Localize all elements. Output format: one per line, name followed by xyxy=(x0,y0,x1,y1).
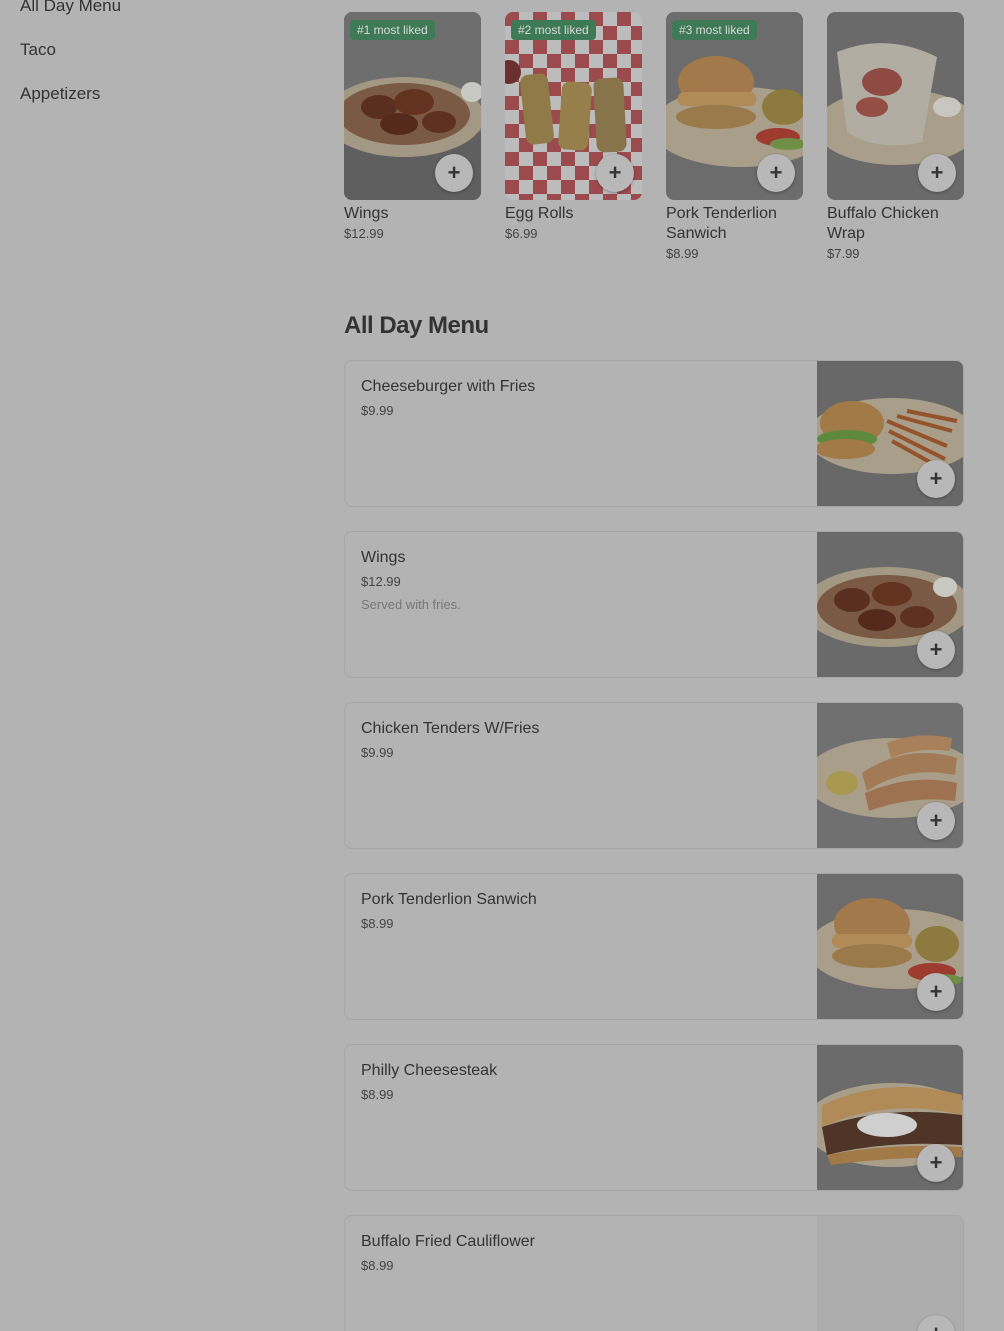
item-details: Cheeseburger with Fries $9.99 xyxy=(361,377,801,418)
add-item-button[interactable]: + xyxy=(596,154,634,192)
item-name: Buffalo Fried Cauliflower xyxy=(361,1233,536,1250)
item-details: Buffalo Fried Cauliflower $8.99 xyxy=(361,1232,801,1273)
item-name: Egg Rolls xyxy=(505,205,574,222)
popular-item-card[interactable]: #3 most liked + Pork Tenderlion Sanwich … xyxy=(666,12,803,261)
add-item-button[interactable]: + xyxy=(918,154,956,192)
most-liked-badge: #3 most liked xyxy=(672,20,757,40)
most-liked-badge: #2 most liked xyxy=(511,20,596,40)
category-sidebar: All Day Menu Taco Appetizers xyxy=(20,0,320,124)
add-item-button[interactable]: + xyxy=(917,460,955,498)
popular-item-card[interactable]: #1 most liked + Wings $12.99 xyxy=(344,12,481,241)
menu-item-card[interactable]: Wings $12.99 Served with fries. + xyxy=(344,531,964,678)
item-details: Philly Cheesesteak $8.99 xyxy=(361,1061,801,1102)
add-item-button[interactable]: + xyxy=(435,154,473,192)
item-price: $12.99 xyxy=(361,574,401,589)
item-details: Chicken Tenders W/Fries $9.99 xyxy=(361,719,801,760)
item-name: Philly Cheesesteak xyxy=(361,1062,498,1079)
food-image: #2 most liked + xyxy=(505,12,642,200)
section-title: All Day Menu xyxy=(344,312,489,339)
item-price: $9.99 xyxy=(361,745,394,760)
item-price: $6.99 xyxy=(505,226,538,241)
item-price: $8.99 xyxy=(361,1087,394,1102)
popular-item-card[interactable]: + Buffalo Chicken Wrap $7.99 xyxy=(827,12,964,261)
food-image: + xyxy=(827,12,964,200)
menu-item-card[interactable]: Pork Tenderlion Sanwich $8.99 + xyxy=(344,873,964,1020)
menu-item-card[interactable]: Philly Cheesesteak $8.99 + xyxy=(344,1044,964,1191)
food-image: #1 most liked + xyxy=(344,12,481,200)
item-price: $12.99 xyxy=(344,226,384,241)
menu-item-card[interactable]: Cheeseburger with Fries $9.99 + xyxy=(344,360,964,507)
item-name: Wings xyxy=(361,549,406,566)
add-item-button[interactable]: + xyxy=(917,1144,955,1182)
item-name: Chicken Tenders W/Fries xyxy=(361,720,540,737)
menu-item-card[interactable]: Chicken Tenders W/Fries $9.99 + xyxy=(344,702,964,849)
add-item-button[interactable]: + xyxy=(917,631,955,669)
add-item-button[interactable]: + xyxy=(917,973,955,1011)
popular-item-card[interactable]: #2 most liked + Egg Rolls $6.99 xyxy=(505,12,642,241)
item-details: Wings $12.99 Served with fries. xyxy=(361,548,801,612)
item-name: Wings xyxy=(344,205,389,222)
item-price: $8.99 xyxy=(666,246,699,261)
item-name: Cheeseburger with Fries xyxy=(361,378,536,395)
popular-items: #1 most liked + Wings $12.99 #2 most lik… xyxy=(344,12,964,272)
item-price: $9.99 xyxy=(361,403,394,418)
menu-item-card[interactable]: Buffalo Fried Cauliflower $8.99 + xyxy=(344,1215,964,1331)
food-image: #3 most liked + xyxy=(666,12,803,200)
item-price: $8.99 xyxy=(361,916,394,931)
add-item-button[interactable]: + xyxy=(917,802,955,840)
item-description: Served with fries. xyxy=(361,597,461,612)
item-name: Buffalo Chicken Wrap xyxy=(827,205,939,242)
most-liked-badge: #1 most liked xyxy=(350,20,435,40)
sidebar-item-all-day-menu[interactable]: All Day Menu xyxy=(20,0,320,36)
item-details: Pork Tenderlion Sanwich $8.99 xyxy=(361,890,801,931)
sidebar-item-taco[interactable]: Taco xyxy=(20,36,320,80)
sidebar-item-appetizers[interactable]: Appetizers xyxy=(20,80,320,124)
item-price: $8.99 xyxy=(361,1258,394,1273)
item-name: Pork Tenderlion Sanwich xyxy=(361,891,537,908)
item-name: Pork Tenderlion Sanwich xyxy=(666,205,777,242)
item-price: $7.99 xyxy=(827,246,860,261)
food-image-placeholder xyxy=(817,1216,963,1331)
add-item-button[interactable]: + xyxy=(757,154,795,192)
